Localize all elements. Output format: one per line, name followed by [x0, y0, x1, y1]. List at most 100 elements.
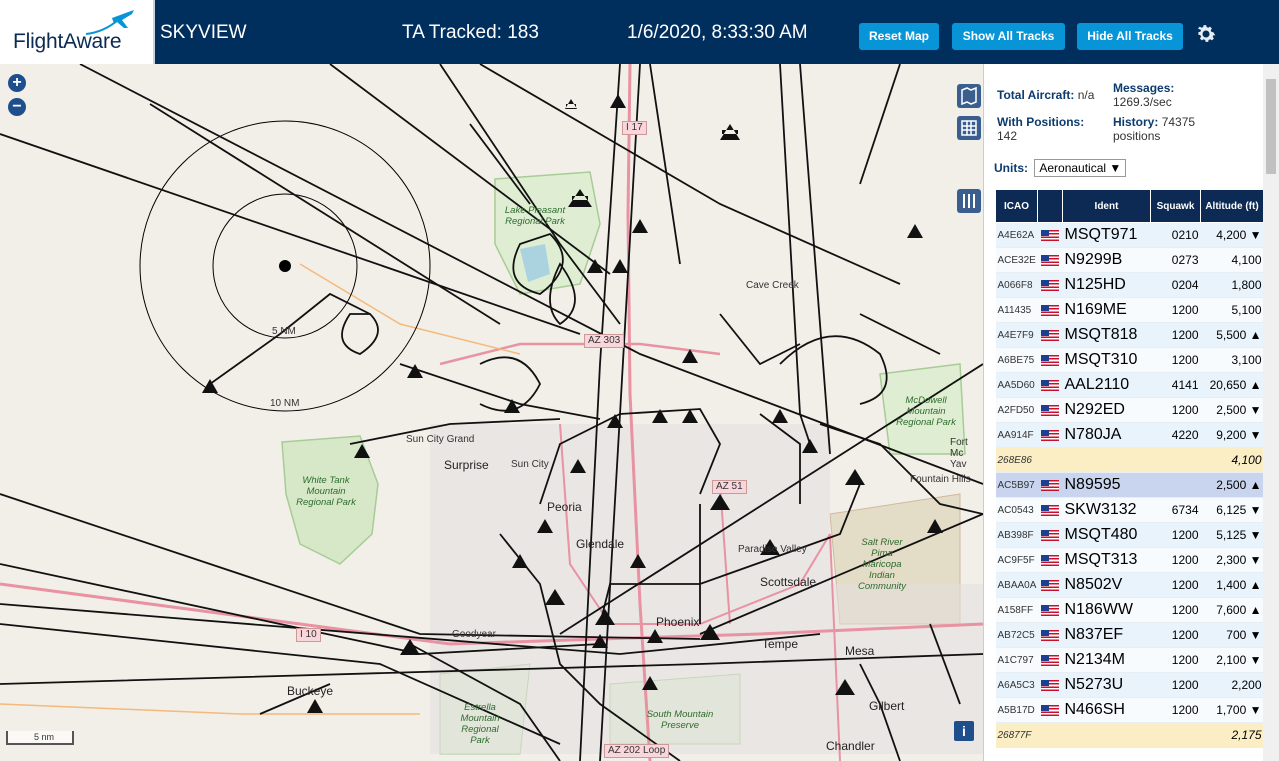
flightaware-logo[interactable]: FlightAware — [0, 0, 155, 64]
table-row[interactable]: 268E86 4,100 — [995, 447, 1264, 473]
city-glendale: Glendale — [576, 537, 625, 551]
total-aircraft-value: n/a — [1077, 88, 1095, 102]
cell-icao: AA914F — [995, 422, 1038, 448]
map-view[interactable]: + − 5 NM 10 NM Surprise Sun City Sun Cit… — [0, 64, 983, 761]
cell-ident: MSQT480 — [1062, 522, 1151, 548]
gear-icon[interactable] — [1194, 22, 1218, 46]
map-canvas[interactable] — [0, 64, 983, 761]
cell-squawk: 1200 — [1150, 572, 1201, 598]
cell-flag — [1037, 522, 1063, 548]
messages-label: Messages: — [1113, 81, 1175, 95]
park-salt-river: Salt River Pima Maricopa Indian Communit… — [857, 537, 907, 592]
cell-ident: N5273U — [1062, 672, 1151, 698]
cell-squawk: 0273 — [1150, 247, 1201, 273]
cell-altitude: 4,200 ▼ — [1200, 222, 1264, 248]
cell-flag — [1037, 647, 1063, 673]
scrollbar-thumb[interactable] — [1266, 79, 1276, 174]
table-row[interactable]: 26877F 2,175 — [995, 722, 1264, 748]
cell-flag — [1037, 497, 1063, 523]
cell-icao: A1C797 — [995, 647, 1038, 673]
cell-flag — [1037, 472, 1063, 498]
city-phoenix: Phoenix — [656, 615, 700, 629]
city-fort-mcdowell: Fort Mc Yav — [950, 437, 968, 470]
cell-altitude: 5,125 ▼ — [1200, 522, 1264, 548]
cell-squawk: 1200 — [1150, 397, 1201, 423]
table-row[interactable]: A158FF N186WW 1200 7,600 ▲ — [995, 597, 1264, 623]
cell-icao: ACE32E — [995, 247, 1038, 273]
cell-ident: N125HD — [1062, 272, 1151, 298]
grid-icon[interactable] — [957, 116, 981, 140]
cell-squawk — [1150, 722, 1201, 748]
cell-ident: N8502V — [1062, 572, 1151, 598]
show-all-tracks-button[interactable]: Show All Tracks — [952, 23, 1065, 50]
table-row[interactable]: A11435 N169ME 1200 5,100 — [995, 297, 1264, 323]
city-fountain-hills: Fountain Hills — [910, 474, 971, 485]
history-unit: positions — [1113, 129, 1161, 143]
cell-altitude: 2,200 — [1200, 672, 1264, 698]
cell-ident: AAL2110 — [1062, 372, 1151, 398]
cell-altitude: 20,650 ▲ — [1200, 372, 1264, 398]
cell-flag — [1037, 597, 1063, 623]
history-label: History: — [1113, 115, 1159, 129]
reset-map-button[interactable]: Reset Map — [859, 23, 939, 50]
cell-icao: A2FD50 — [995, 397, 1038, 423]
col-flag[interactable] — [1037, 189, 1063, 223]
map-scale: 5 nm — [6, 731, 74, 745]
table-row[interactable]: A6BE75 MSQT310 1200 3,100 — [995, 347, 1264, 373]
logo-text: FlightAware — [13, 30, 122, 53]
park-mcdowell: McDowell Mountain Regional Park — [896, 395, 956, 428]
cell-ident: MSQT310 — [1062, 347, 1151, 373]
col-altitude[interactable]: Altitude (ft) — [1200, 189, 1264, 223]
cell-squawk: 0204 — [1150, 272, 1201, 298]
cell-flag — [1037, 272, 1063, 298]
zoom-in-button[interactable]: + — [8, 74, 26, 92]
table-row[interactable]: ACE32E N9299B 0273 4,100 — [995, 247, 1264, 273]
current-datetime: 1/6/2020, 8:33:30 AM — [627, 22, 808, 43]
cell-ident: MSQT971 — [1062, 222, 1151, 248]
table-row[interactable]: A1C797 N2134M 1200 2,100 ▼ — [995, 647, 1264, 673]
table-row[interactable]: A4E7F9 MSQT818 1200 5,500 ▲ — [995, 322, 1264, 348]
zoom-out-button[interactable]: − — [8, 98, 26, 116]
table-row[interactable]: AA5D60 AAL2110 4141 20,650 ▲ — [995, 372, 1264, 398]
cell-altitude: 4,100 — [1200, 247, 1264, 273]
table-row[interactable]: AB72C5 N837EF 1200 700 ▼ — [995, 622, 1264, 648]
table-row[interactable]: A066F8 N125HD 0204 1,800 — [995, 272, 1264, 298]
cell-ident: N2134M — [1062, 647, 1151, 673]
hide-all-tracks-button[interactable]: Hide All Tracks — [1077, 23, 1183, 50]
cell-squawk — [1150, 447, 1201, 473]
col-ident[interactable]: Ident — [1062, 189, 1151, 223]
units-select[interactable]: Aeronautical ▼ — [1034, 159, 1127, 177]
columns-toggle-icon[interactable] — [957, 189, 981, 213]
cell-squawk: 4220 — [1150, 422, 1201, 448]
ring-label-5nm: 5 NM — [272, 326, 296, 337]
table-row[interactable]: AC0543 SKW3132 6734 6,125 ▼ — [995, 497, 1264, 523]
col-squawk[interactable]: Squawk — [1150, 189, 1201, 223]
cell-squawk: 1200 — [1150, 522, 1201, 548]
table-row[interactable]: AC9F5F MSQT313 1200 2,300 ▼ — [995, 547, 1264, 573]
cell-ident: MSQT818 — [1062, 322, 1151, 348]
with-positions-label: With Positions: — [997, 115, 1085, 129]
cell-squawk: 1200 — [1150, 622, 1201, 648]
cell-icao: A4E7F9 — [995, 322, 1038, 348]
us-flag-icon — [1041, 629, 1059, 641]
table-row[interactable]: A2FD50 N292ED 1200 2,500 ▼ — [995, 397, 1264, 423]
us-flag-icon — [1041, 354, 1059, 366]
table-row[interactable]: A6A5C3 N5273U 1200 2,200 — [995, 672, 1264, 698]
aircraft-table-body: A4E62A MSQT971 0210 4,200 ▼ ACE32E N9299B 0273… — [995, 222, 1264, 748]
panel-scrollbar[interactable] — [1263, 64, 1279, 761]
table-row[interactable]: A5B17D N466SH 1200 1,700 ▼ — [995, 697, 1264, 723]
table-row[interactable]: AB398F MSQT480 1200 5,125 ▼ — [995, 522, 1264, 548]
cell-icao: A066F8 — [995, 272, 1038, 298]
table-row[interactable]: AA914F N780JA 4220 9,200 ▼ — [995, 422, 1264, 448]
cell-squawk: 1200 — [1150, 697, 1201, 723]
info-button[interactable]: i — [954, 721, 974, 741]
city-gilbert: Gilbert — [869, 699, 905, 713]
col-icao[interactable]: ICAO — [995, 189, 1038, 223]
total-aircraft: Total Aircraft: n/a — [997, 88, 1094, 102]
table-row[interactable]: AC5B97 N89595 2,500 ▲ — [995, 472, 1264, 498]
park-lake-pleasant: Lake Pleasant Regional Park — [504, 205, 566, 227]
map-layers-icon[interactable] — [957, 84, 981, 108]
table-row[interactable]: ABAA0A N8502V 1200 1,400 ▲ — [995, 572, 1264, 598]
cell-ident: N169ME — [1062, 297, 1151, 323]
table-row[interactable]: A4E62A MSQT971 0210 4,200 ▼ — [995, 222, 1264, 248]
